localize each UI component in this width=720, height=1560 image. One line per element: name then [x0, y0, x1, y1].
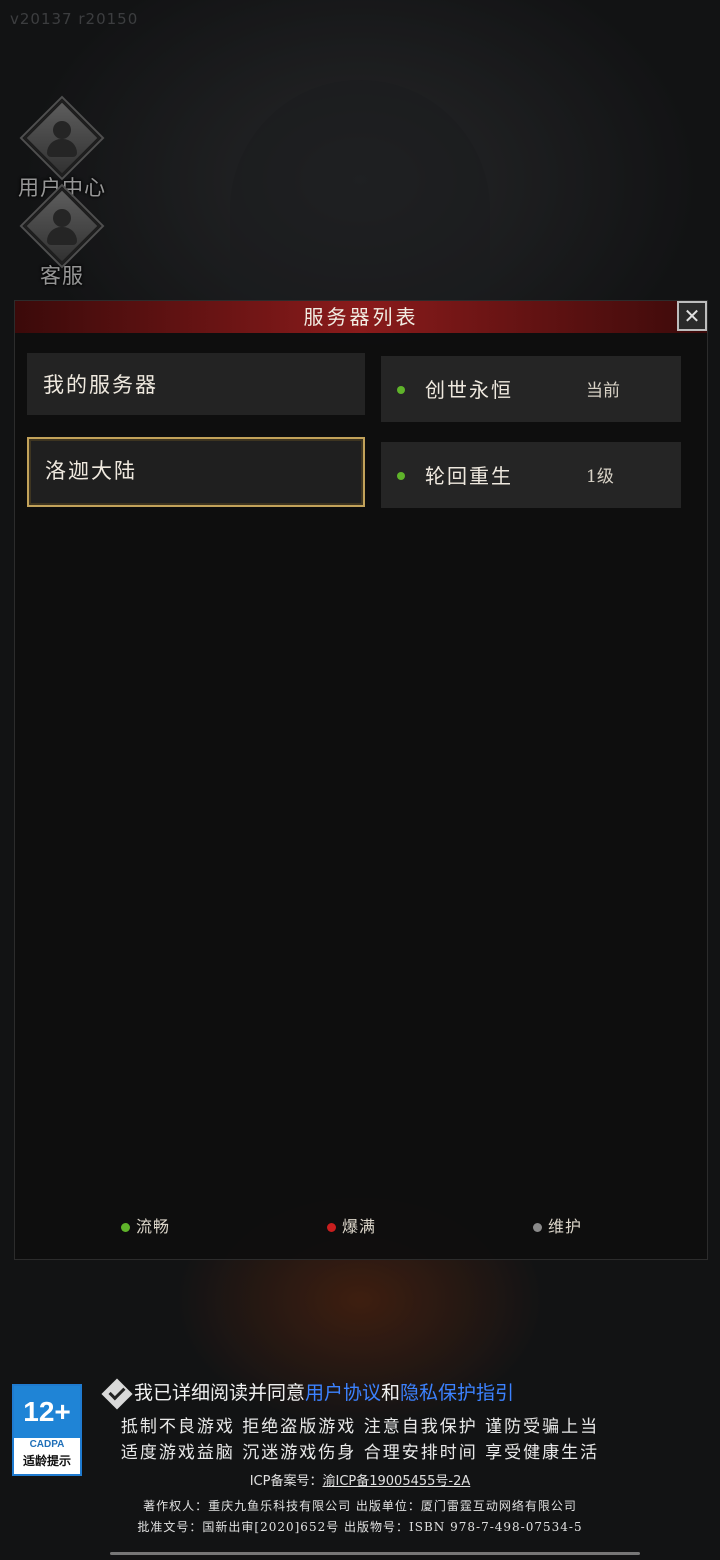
close-button[interactable]: ✕	[677, 301, 707, 331]
copyright-line2: 批准文号：国新出审[2020]652号 出版物号：ISBN 978-7-498-…	[137, 1520, 583, 1534]
modal-title: 服务器列表	[303, 305, 419, 329]
agreement-checkbox[interactable]	[101, 1377, 133, 1410]
server-item[interactable]: 创世永恒 当前	[381, 356, 681, 422]
category-luojia-continent[interactable]: 洛迦大陆	[27, 437, 365, 507]
age-rating-org: CADPA	[29, 1439, 65, 1450]
copyright-line1: 著作权人：重庆九鱼乐科技有限公司 出版单位：厦门雷霆互动网络有限公司	[143, 1499, 577, 1513]
modal-header: 服务器列表 ✕	[15, 301, 707, 333]
agreement-and: 和	[381, 1382, 401, 1404]
legend-maintenance: 维护	[533, 1213, 582, 1237]
user-agreement-link[interactable]: 用户协议	[305, 1382, 381, 1404]
icp-info: ICP备案号：渝ICP备19005455号-2A	[0, 1470, 720, 1489]
age-rating-text: 适龄提示	[22, 1454, 71, 1468]
status-dot-icon	[397, 386, 405, 394]
server-tag: 1级	[586, 467, 614, 487]
health-notice-line1: 抵制不良游戏 拒绝盗版游戏 注意自我保护 谨防受骗上当	[120, 1417, 600, 1437]
legend-full: 爆满	[327, 1213, 376, 1237]
privacy-guide-link[interactable]: 隐私保护指引	[400, 1382, 514, 1404]
server-list-modal: 服务器列表 ✕ 我的服务器 洛迦大陆 创世永恒 当前 轮回重生 1级 流畅 爆满…	[14, 300, 708, 1260]
red-dot-icon	[327, 1223, 336, 1232]
category-label: 洛迦大陆	[45, 459, 137, 483]
legend-label: 爆满	[342, 1217, 377, 1236]
icp-value[interactable]: 渝ICP备19005455号-2A	[322, 1474, 470, 1489]
health-notice-line2: 适度游戏益脑 沉迷游戏伤身 合理安排时间 享受健康生活	[120, 1443, 600, 1463]
gray-dot-icon	[533, 1223, 542, 1232]
legend-label: 流畅	[136, 1217, 171, 1236]
close-icon: ✕	[683, 304, 701, 328]
server-item[interactable]: 轮回重生 1级	[381, 442, 681, 508]
legend-smooth: 流畅	[121, 1213, 170, 1237]
server-name: 轮回重生	[425, 464, 513, 488]
legend-label: 维护	[548, 1217, 583, 1236]
agreement-prefix: 我已详细阅读并同意	[134, 1382, 306, 1404]
status-dot-icon	[397, 472, 405, 480]
agreement-row: 我已详细阅读并同意用户协议和隐私保护指引	[101, 1377, 514, 1410]
age-rating-badge[interactable]: 12+ CADPA 适龄提示	[12, 1384, 82, 1476]
server-tag: 当前	[586, 381, 620, 401]
category-label: 我的服务器	[43, 373, 158, 397]
category-my-servers[interactable]: 我的服务器	[27, 353, 365, 415]
home-indicator[interactable]	[110, 1552, 640, 1555]
age-rating: 12+	[14, 1386, 80, 1438]
green-dot-icon	[121, 1223, 130, 1232]
server-name: 创世永恒	[425, 378, 513, 402]
icp-label: ICP备案号：	[249, 1474, 323, 1489]
